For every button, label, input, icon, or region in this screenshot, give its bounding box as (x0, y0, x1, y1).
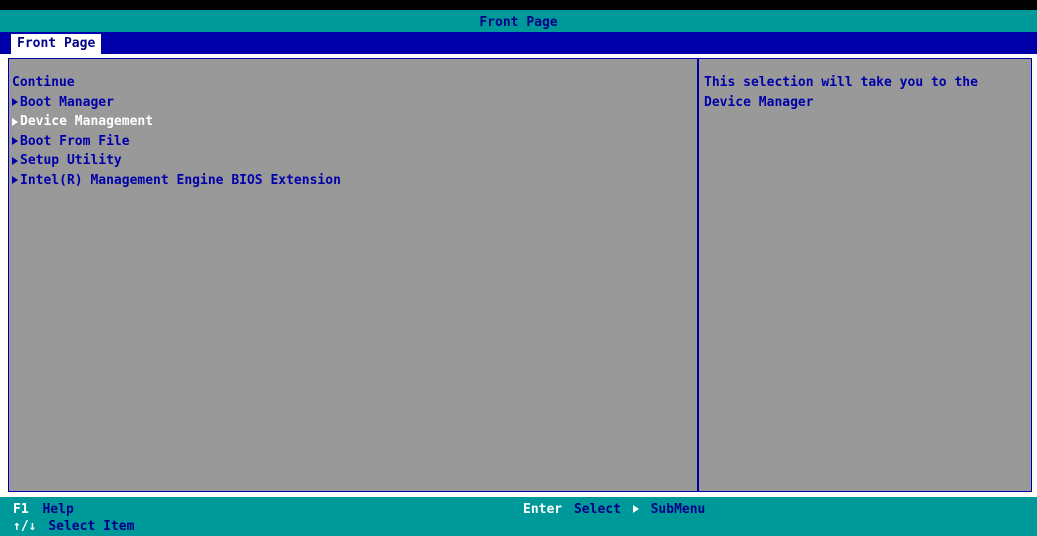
updown-desc: Select Item (48, 519, 135, 534)
main-menu: Continue Boot Manager Device Management … (12, 73, 341, 190)
submenu-arrow-icon (12, 117, 18, 126)
menu-item-label: Boot Manager (20, 94, 114, 110)
menu-item-setup-utility[interactable]: Setup Utility (12, 151, 341, 171)
f1-key: F1 (13, 502, 29, 517)
menu-item-boot-from-file[interactable]: Boot From File (12, 132, 341, 152)
window-title: Front Page (479, 15, 558, 30)
help-panel (701, 59, 1031, 491)
footer-select-item-hint: ↑/↓ Select Item (13, 518, 134, 535)
menu-item-label: Continue (12, 75, 75, 91)
menu-item-boot-manager[interactable]: Boot Manager (12, 93, 341, 113)
f1-desc: Help (42, 502, 74, 517)
bios-screen: Front Page Front Page Continue Boot Mana… (0, 0, 1037, 536)
submenu-desc: SubMenu (650, 502, 706, 517)
menu-item-label: Intel(R) Management Engine BIOS Extensio… (20, 172, 341, 188)
tab-bar (0, 32, 1037, 54)
menu-item-label: Device Management (20, 114, 154, 130)
menu-item-device-management[interactable]: Device Management (12, 112, 341, 132)
footer-bar (0, 497, 1037, 536)
enter-desc: Select (573, 502, 621, 517)
submenu-arrow-icon (12, 176, 18, 185)
menu-item-intel-mebx[interactable]: Intel(R) Management Engine BIOS Extensio… (12, 171, 341, 191)
footer-help-hint: F1 Help (13, 501, 74, 518)
menu-item-label: Setup Utility (20, 153, 122, 169)
footer-enter-hint: Enter Select SubMenu (523, 501, 705, 518)
menu-item-label: Boot From File (20, 133, 130, 149)
tab-front-page[interactable]: Front Page (11, 34, 102, 54)
submenu-arrow-icon (12, 156, 18, 165)
menu-item-continue[interactable]: Continue (12, 73, 341, 93)
submenu-arrow-icon (12, 98, 18, 107)
submenu-arrow-icon (12, 137, 18, 146)
enter-key: Enter (523, 502, 563, 517)
help-text: This selection will take you to the Devi… (704, 75, 978, 110)
updown-key: ↑/↓ (13, 519, 37, 534)
right-triangle-icon (632, 505, 639, 513)
